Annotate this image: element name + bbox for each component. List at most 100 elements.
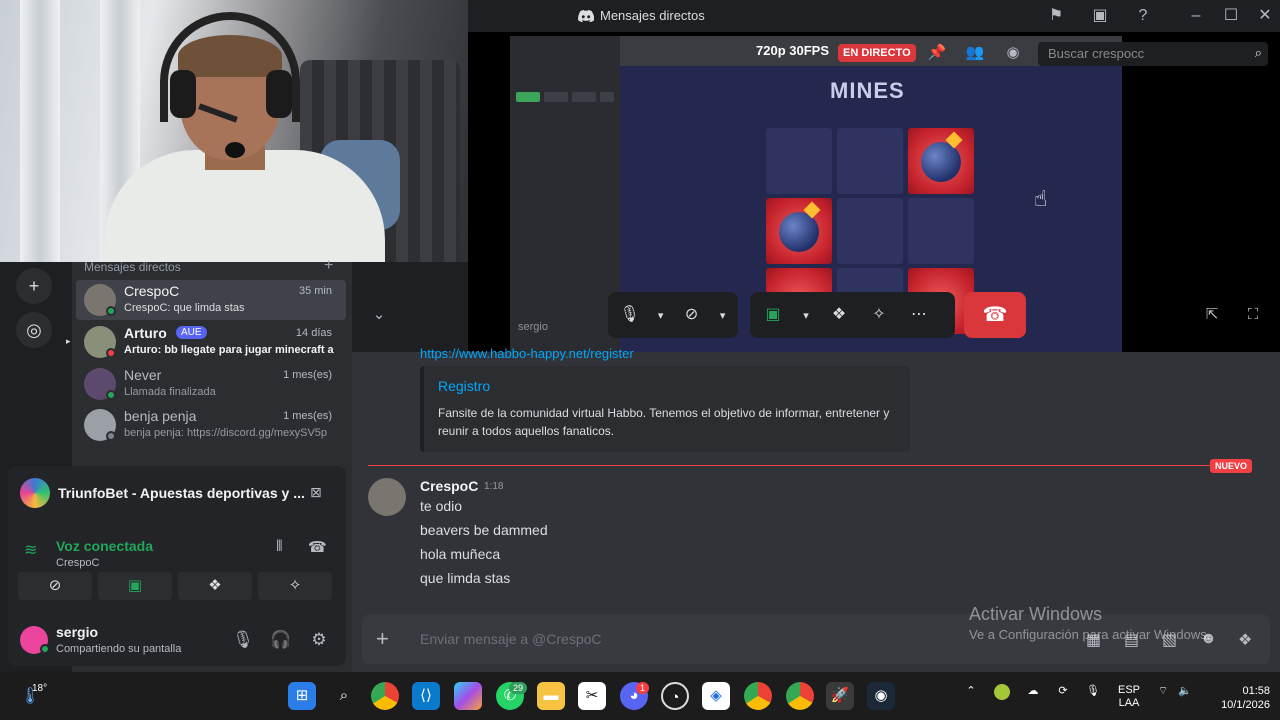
dm-time: 1 mes(es)	[283, 410, 332, 422]
link-embed: Registro Fansite de la comunidad virtual…	[420, 366, 910, 452]
clock[interactable]: 01:58 10/1/2026	[1204, 684, 1270, 712]
chrome-profile-icon[interactable]	[744, 682, 772, 710]
soundboard-icon[interactable]: ✧	[866, 302, 892, 328]
status-indicator	[106, 348, 116, 358]
embed-title[interactable]: Registro	[438, 378, 490, 394]
noise-suppression-icon[interactable]: ⦀	[276, 538, 283, 555]
language-indicator[interactable]: ESP LAA	[1116, 684, 1142, 710]
collapse-chevron-icon[interactable]: ⌄	[368, 304, 390, 326]
obs-icon[interactable]: ◔	[661, 682, 689, 710]
screen-share-icon: ▣	[127, 577, 143, 594]
microphone-icon[interactable]: 🎙	[618, 302, 641, 328]
message-text: hola muñeca	[420, 546, 501, 562]
game-bet-chip	[516, 92, 540, 102]
rocket-app-icon[interactable]: 🚀	[826, 682, 854, 710]
explore-servers-button[interactable]: ◎	[16, 312, 52, 348]
message-avatar[interactable]	[368, 478, 406, 516]
chrome-profile-2-icon[interactable]	[786, 682, 814, 710]
mines-tile-bomb	[766, 198, 832, 264]
pin-icon[interactable]: 📌	[926, 42, 948, 64]
mic-options-chevron-icon[interactable]: ▾	[655, 309, 666, 322]
dm-section-header: Mensajes directos	[84, 260, 181, 274]
message-link[interactable]: https://www.habbo-happy.net/register	[420, 346, 634, 361]
search-input[interactable]: Buscar crespocc ⌕	[1038, 42, 1268, 66]
camera-off-icon: ⊘	[48, 577, 62, 594]
clock-time: 01:58	[1242, 685, 1270, 697]
activities-button[interactable]: ❖	[178, 572, 252, 600]
add-server-button[interactable]: +	[16, 268, 52, 304]
hang-up-button[interactable]: ☎	[964, 292, 1026, 338]
new-messages-divider	[368, 465, 1212, 466]
embed-description: Fansite de la comunidad virtual Habbo. T…	[438, 406, 890, 438]
user-profile-icon[interactable]: ◉	[1002, 42, 1024, 64]
voice-channel-name: CrespoC	[56, 557, 100, 569]
more-options-icon[interactable]: ⋯	[906, 302, 932, 328]
user-settings-gear-icon[interactable]: ⚙	[308, 630, 330, 650]
attach-plus-icon[interactable]: +	[376, 626, 389, 652]
fullscreen-icon[interactable]: ⛶	[1242, 304, 1264, 326]
search-icon[interactable]: ⌕	[330, 682, 358, 710]
chrome-icon[interactable]	[371, 682, 399, 710]
help-icon[interactable]: ?	[1133, 6, 1153, 26]
message-author[interactable]: CrespoC	[420, 478, 478, 494]
voice-connected-label[interactable]: Voz conectada	[56, 538, 153, 554]
server-logo-icon	[20, 478, 50, 508]
close-activity-icon[interactable]: ⊠	[310, 484, 322, 501]
close-icon[interactable]: ✕	[1255, 6, 1275, 26]
activities-icon: ❖	[208, 577, 222, 594]
screen-share-button[interactable]: ▣	[98, 572, 172, 600]
inbox-flag-icon[interactable]: ⚑	[1046, 6, 1066, 26]
deafen-headphones-icon[interactable]: 🎧	[270, 630, 292, 650]
user-status-indicator	[40, 644, 50, 654]
search-icon: ⌕	[1254, 45, 1262, 60]
vscode-icon[interactable]: ⟨⟩	[412, 682, 440, 710]
onedrive-cloud-icon[interactable]: ☁	[1024, 684, 1042, 697]
dm-item-arturo[interactable]: Arturo AUE Arturo: bb llegate para jugar…	[76, 322, 346, 362]
capcut-icon[interactable]: ✂	[578, 682, 606, 710]
live-badge: EN DIRECTO	[838, 44, 916, 62]
camera-options-chevron-icon[interactable]: ▾	[717, 309, 728, 322]
file-explorer-icon[interactable]: ▬	[537, 682, 565, 710]
disconnect-icon[interactable]: ☎	[308, 538, 327, 556]
tray-app-icon[interactable]	[994, 684, 1010, 700]
dm-last-message: benja penja: https://discord.gg/mexySV5p	[124, 427, 328, 439]
keyboard-layout: LAA	[1118, 697, 1140, 709]
soundboard-button[interactable]: ✧	[258, 572, 332, 600]
screen-share-active-icon[interactable]: ▣	[760, 302, 786, 328]
screen-share-icon[interactable]: ▣	[1090, 6, 1110, 26]
network-app-icon[interactable]: ◈	[702, 682, 730, 710]
dm-last-message: Llamada finalizada	[124, 386, 216, 398]
camera-off-icon[interactable]: ⊘	[680, 302, 703, 328]
dm-item-benja-penja[interactable]: benja penja benja penja: https://discord…	[76, 405, 346, 445]
tray-overflow-chevron-icon[interactable]: ⌃	[964, 684, 978, 697]
microphone-tray-icon[interactable]: 🎙	[1084, 684, 1102, 697]
window-title: Mensajes directos	[578, 8, 705, 23]
server-title[interactable]: TriunfoBet - Apuestas deportivas y ...	[58, 485, 305, 501]
wifi-icon[interactable]: ⌔	[1154, 684, 1172, 698]
clock-date: 10/1/2026	[1221, 699, 1270, 711]
windows-start-icon[interactable]: ⊞	[288, 682, 316, 710]
whatsapp-badge: 29	[509, 682, 528, 694]
screen-share-options-chevron-icon[interactable]: ▾	[800, 309, 812, 322]
camera-off-button[interactable]: ⊘	[18, 572, 92, 600]
user-name: sergio	[56, 624, 99, 640]
add-friend-icon[interactable]: 👥	[964, 42, 986, 64]
activities-icon[interactable]: ❖	[826, 302, 852, 328]
dm-last-message: Arturo: bb llegate para jugar minecraft …	[124, 344, 334, 356]
copilot-icon[interactable]	[454, 682, 482, 710]
dm-time: 35 min	[298, 285, 332, 297]
popout-icon[interactable]: ⇱	[1201, 304, 1223, 326]
volume-icon[interactable]: 🔈	[1176, 684, 1194, 697]
mute-microphone-icon[interactable]: 🎙	[232, 630, 254, 650]
minimize-icon[interactable]: –	[1186, 6, 1206, 26]
apps-icon[interactable]: ❖	[1238, 630, 1252, 650]
create-dm-plus-icon[interactable]: +	[324, 257, 333, 275]
steam-icon[interactable]: ◉	[867, 682, 895, 710]
dm-item-crespoc[interactable]: CrespoC CrespoC: que limda stas 35 min	[76, 280, 346, 320]
window-title-text: Mensajes directos	[600, 8, 705, 23]
maximize-icon[interactable]: ☐	[1221, 6, 1241, 26]
mines-tile	[766, 128, 832, 194]
sync-icon[interactable]: ⟳	[1054, 684, 1072, 697]
dm-item-never[interactable]: Never Llamada finalizada 1 mes(es)	[76, 364, 346, 404]
activity-controls: ▣ ▾ ❖ ✧ ⋯	[750, 292, 955, 338]
